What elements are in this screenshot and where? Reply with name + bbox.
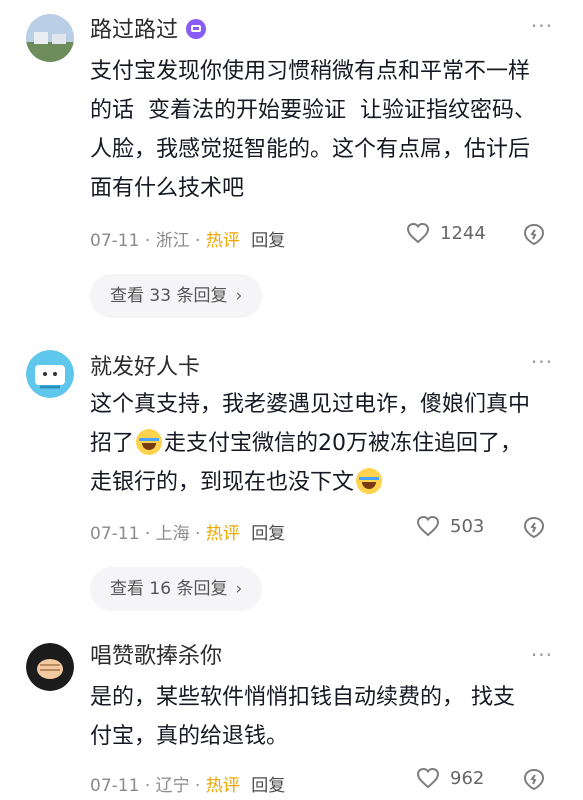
dislike-icon[interactable] xyxy=(522,767,546,791)
like-count: 503 xyxy=(450,516,485,537)
chevron-right-icon: › xyxy=(235,286,243,306)
heart-icon xyxy=(406,222,430,244)
comment-location: 浙江 xyxy=(155,231,190,251)
badge-icon xyxy=(186,19,207,39)
comment-text: 这个真支持，我老婆遇见过电诈，傻娘们真中 招了 走支付宝微信的20万被冻住追回了，… xyxy=(90,392,531,495)
chevron-right-icon: › xyxy=(235,579,243,599)
comment-meta: 07-11 · 上海 · 热评 回复 xyxy=(90,524,286,544)
reply-button[interactable]: 回复 xyxy=(251,524,285,544)
username[interactable]: 就发好人卡 xyxy=(90,354,200,382)
avatar[interactable] xyxy=(26,643,74,691)
reply-button[interactable]: 回复 xyxy=(251,776,285,796)
dislike-icon[interactable] xyxy=(522,515,546,539)
comment-text: 支付宝发现你使用习惯稍微有点和平常不一样 的话 变着法的开始要验证 让验证指纹密… xyxy=(90,59,536,201)
like-button[interactable]: 1244 xyxy=(406,222,486,244)
more-dots-icon[interactable]: ··· xyxy=(531,14,553,38)
like-count: 1244 xyxy=(440,223,486,244)
comment-text: 是的，某些软件悄悄扣钱自动续费的， 找支 付宝，真的给退钱。 xyxy=(90,685,515,749)
heart-icon xyxy=(416,515,440,537)
comment-meta: 07-11 · 辽宁 · 热评 回复 xyxy=(90,776,286,796)
like-count: 962 xyxy=(450,768,485,789)
dislike-icon[interactable] xyxy=(522,222,546,246)
more-dots-icon[interactable]: ··· xyxy=(531,350,553,374)
laugh-cry-emoji-icon xyxy=(136,429,163,455)
comment-location: 辽宁 xyxy=(155,776,190,796)
username[interactable]: 路过路过 xyxy=(90,17,207,45)
comment-date: 07-11 xyxy=(90,231,140,251)
laugh-cry-emoji-icon xyxy=(356,468,383,494)
heart-icon xyxy=(416,767,440,789)
username[interactable]: 唱赞歌捧杀你 xyxy=(90,643,222,671)
avatar[interactable] xyxy=(26,350,74,398)
comment-date: 07-11 xyxy=(90,524,140,544)
hot-badge: 热评 xyxy=(205,524,240,544)
expand-replies-button[interactable]: 查看 33 条回复 › xyxy=(90,274,263,318)
reply-button[interactable]: 回复 xyxy=(251,231,285,251)
comment-meta: 07-11 · 浙江 · 热评 回复 xyxy=(90,231,286,251)
like-button[interactable]: 503 xyxy=(416,515,484,537)
comment-date: 07-11 xyxy=(90,776,140,796)
expand-replies-button[interactable]: 查看 16 条回复 › xyxy=(90,567,263,611)
hot-badge: 热评 xyxy=(205,231,240,251)
like-button[interactable]: 962 xyxy=(416,767,484,789)
more-dots-icon[interactable]: ··· xyxy=(531,643,553,667)
comment-location: 上海 xyxy=(155,524,190,544)
avatar[interactable] xyxy=(26,14,74,62)
hot-badge: 热评 xyxy=(205,776,240,796)
